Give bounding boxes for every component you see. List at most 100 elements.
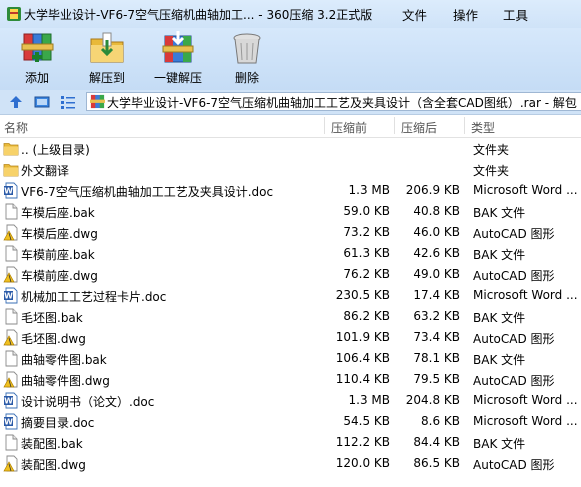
file-compressed-size: 110.4 KB [335,372,390,386]
column-original[interactable]: 压缩后 [401,119,437,136]
title-bar: 大学毕业设计-VF6-7空气压缩机曲轴加工... - 360压缩 3.2正式版 … [0,0,581,28]
file-compressed-size: 112.2 KB [335,435,390,449]
file-type: 文件夹 [473,164,510,178]
one-click-extract-button-label: 一键解压 [153,71,202,85]
menu-operate[interactable]: 操作 [453,5,478,24]
file-row[interactable]: 车模前座.bak 61.3 KB 42.6 KB BAK 文件 [0,243,581,264]
file-row[interactable]: 曲轴零件图.dwg 110.4 KB 79.5 KB AutoCAD 图形 [0,369,581,390]
file-name: 车模前座.bak [21,248,95,262]
file-name: 机械加工工艺过程卡片.doc [21,290,167,304]
column-name[interactable]: 名称 [4,119,28,136]
file-row[interactable]: VF6-7空气压缩机曲轴加工工艺及夹具设计.doc 1.3 MB 206.9 KB M… [0,180,581,201]
file-row[interactable]: 曲轴零件图.bak 106.4 KB 78.1 KB BAK 文件 [0,348,581,369]
word-doc-icon [3,182,19,199]
file-row[interactable]: 车模后座.bak 59.0 KB 40.8 KB BAK 文件 [0,201,581,222]
file-original-size: 40.8 KB [413,204,460,218]
file-name: 外文翻译 [21,164,70,178]
file-original-size: 79.5 KB [413,372,460,386]
file-original-size: 17.4 KB [413,288,460,302]
file-original-size: 49.0 KB [413,267,460,281]
file-row[interactable]: 毛坯图.bak 86.2 KB 63.2 KB BAK 文件 [0,306,581,327]
one-click-extract-button[interactable]: 一键解压 [150,30,206,88]
file-name: 曲轴零件图.dwg [21,374,110,388]
column-divider[interactable] [324,117,325,134]
column-type[interactable]: 类型 [471,119,495,136]
file-type: Microsoft Word ... [473,183,578,197]
delete-button[interactable]: 删除 [229,30,265,88]
archive-icon [90,94,105,109]
file-row[interactable]: 摘要目录.doc 54.5 KB 8.6 KB Microsoft Word ... [0,411,581,432]
file-row[interactable]: 外文翻译 文件夹 [0,159,581,180]
menu-file[interactable]: 文件 [402,5,427,24]
file-name: 车模前座.dwg [21,269,98,283]
file-compressed-size: 54.5 KB [343,414,390,428]
column-header: 名称 压缩前 压缩后 类型 [0,115,581,138]
column-divider[interactable] [464,117,465,134]
file-original-size: 204.8 KB [405,393,460,407]
file-name: 毛坯图.dwg [21,332,86,346]
file-original-size: 46.0 KB [413,225,460,239]
file-row[interactable]: 车模前座.dwg 76.2 KB 49.0 KB AutoCAD 图形 [0,264,581,285]
dwg-file-icon [3,224,19,241]
file-name: 设计说明书（论文）.doc [21,395,155,409]
word-doc-icon [3,287,19,304]
file-row[interactable]: 毛坯图.dwg 101.9 KB 73.4 KB AutoCAD 图形 [0,327,581,348]
file-type: AutoCAD 图形 [473,458,555,472]
address-path-text: 大学毕业设计-VF6-7空气压缩机曲轴加工工艺及夹具设计（含全套CAD图纸）.r… [107,96,577,110]
column-divider[interactable] [394,117,395,134]
list-view-icon[interactable] [60,94,76,110]
file-compressed-size: 106.4 KB [335,351,390,365]
up-arrow-icon[interactable] [8,94,24,110]
file-compressed-size: 73.2 KB [343,225,390,239]
toolbar: 添加 解压到 一键解压 删除 [0,28,581,90]
dwg-file-icon [3,329,19,346]
dwg-file-icon [3,455,19,472]
address-path-field[interactable]: 大学毕业设计-VF6-7空气压缩机曲轴加工工艺及夹具设计（含全套CAD图纸）.r… [86,92,581,111]
file-name: 摘要目录.doc [21,416,95,430]
file-type: AutoCAD 图形 [473,374,555,388]
column-compressed[interactable]: 压缩前 [331,119,367,136]
file-type: AutoCAD 图形 [473,227,555,241]
folder-icon [3,140,19,157]
word-doc-icon [3,413,19,430]
extract-folder-icon [90,32,124,63]
folder-icon [3,161,19,178]
word-doc-icon [3,392,19,409]
file-compressed-size: 101.9 KB [335,330,390,344]
file-name: 车模后座.bak [21,206,95,220]
large-icons-view-icon[interactable] [34,94,50,110]
file-type: BAK 文件 [473,248,526,262]
blank-file-icon [3,245,19,262]
file-row[interactable]: .. (上级目录) 文件夹 [0,138,581,159]
menu-tools[interactable]: 工具 [503,5,528,24]
dwg-file-icon [3,371,19,388]
file-name: 曲轴零件图.bak [21,353,107,367]
address-bar: 大学毕业设计-VF6-7空气压缩机曲轴加工工艺及夹具设计（含全套CAD图纸）.r… [0,90,581,115]
file-row[interactable]: 车模后座.dwg 73.2 KB 46.0 KB AutoCAD 图形 [0,222,581,243]
file-compressed-size: 1.3 MB [348,393,390,407]
file-compressed-size: 59.0 KB [343,204,390,218]
blank-file-icon [3,308,19,325]
file-compressed-size: 1.3 MB [348,183,390,197]
add-button[interactable]: 添加 [8,30,66,88]
file-row[interactable]: 装配图.dwg 120.0 KB 86.5 KB AutoCAD 图形 [0,453,581,474]
file-original-size: 206.9 KB [405,183,460,197]
dwg-file-icon [3,266,19,283]
file-row[interactable]: 装配图.bak 112.2 KB 84.4 KB BAK 文件 [0,432,581,453]
file-type: 文件夹 [473,143,510,157]
one-click-extract-icon [162,31,194,63]
window-title: 大学毕业设计-VF6-7空气压缩机曲轴加工... - 360压缩 3.2正式版 [24,8,373,22]
file-compressed-size: 86.2 KB [343,309,390,323]
file-name: 装配图.bak [21,437,83,451]
file-name: 装配图.dwg [21,458,86,472]
delete-button-label: 删除 [234,71,259,85]
app-logo-icon [7,7,21,21]
extract-to-button[interactable]: 解压到 [84,30,130,88]
file-type: Microsoft Word ... [473,288,578,302]
file-row[interactable]: 设计说明书（论文）.doc 1.3 MB 204.8 KB Microsoft Wor… [0,390,581,411]
file-row[interactable]: 机械加工工艺过程卡片.doc 230.5 KB 17.4 KB Microsoft W… [0,285,581,306]
file-name: 毛坯图.bak [21,311,83,325]
blank-file-icon [3,434,19,451]
file-list: .. (上级目录) 文件夹 外文翻译 文件夹 VF6-7空气压缩机曲轴加工工艺及夹具设计… [0,138,581,474]
file-type: BAK 文件 [473,437,526,451]
